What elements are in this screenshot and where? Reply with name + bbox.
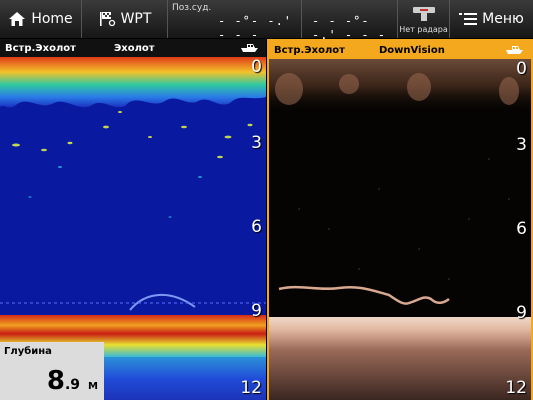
depth-unit: М — [88, 381, 98, 392]
downvision-source-label: Встр.Эхолот — [274, 44, 345, 56]
sonar-panel-header: Встр.Эхолот Эхолот — [0, 39, 266, 57]
position-label: Поз.суд. — [172, 3, 212, 13]
downvision-mode-label: DownVision — [378, 44, 445, 56]
latitude-value: - -°- -.' - - - — [218, 14, 293, 42]
home-label: Home — [31, 11, 73, 27]
radar-icon — [412, 6, 435, 21]
menu-label: Меню — [482, 11, 524, 27]
depth-label-0: 0 — [251, 57, 262, 77]
waypoint-button[interactable]: WPT — [82, 0, 168, 38]
dv-depth-label-0: 0 — [516, 59, 527, 79]
depth-readout[interactable]: Глубина 8.9 М — [0, 342, 104, 400]
sonar-mode-label: Эхолот — [113, 42, 155, 54]
home-button[interactable]: Home — [0, 0, 82, 38]
radar-status-label: Нет радара — [399, 24, 448, 34]
depth-value: 8.9 — [47, 366, 80, 396]
waypoint-flag-icon — [99, 12, 115, 27]
depth-label-9: 9 — [251, 301, 262, 321]
downvision-panel[interactable]: Встр.Эхолот DownVision 0 3 6 9 12 — [267, 39, 533, 400]
sonar-panel[interactable]: Встр.Эхолот Эхолот 0 3 6 9 12 Глубина 8.… — [0, 39, 266, 400]
dv-depth-label-6: 6 — [516, 219, 527, 239]
radar-status-button[interactable]: Нет радара — [398, 0, 450, 38]
depth-decimal: .9 — [64, 377, 80, 393]
boat-icon — [241, 44, 258, 52]
home-icon — [9, 12, 26, 26]
depth-label-12: 12 — [240, 378, 262, 398]
depth-integer: 8 — [46, 366, 65, 396]
dv-depth-label-9: 9 — [516, 303, 527, 323]
dv-depth-label-12: 12 — [505, 378, 527, 398]
boat-icon — [506, 46, 523, 54]
dv-depth-label-3: 3 — [516, 135, 527, 155]
longitude-value: - - -°- -.' - - - — [312, 14, 387, 42]
downvision-image — [269, 59, 531, 400]
sonar-source-label: Встр.Эхолот — [5, 42, 76, 54]
menu-list-icon — [459, 13, 478, 25]
depth-title: Глубина — [4, 346, 52, 357]
vessel-position-longitude[interactable]: - - -°- -.' - - - — [302, 0, 398, 42]
menu-button[interactable]: Меню — [450, 0, 533, 38]
vessel-position-latitude[interactable]: Поз.суд. - -°- -.' - - - — [168, 0, 302, 42]
top-bar: Home WPT Поз.суд. - -°- -.' - - - - - -°… — [0, 0, 533, 42]
wpt-label: WPT — [120, 11, 152, 27]
depth-label-3: 3 — [251, 133, 262, 153]
downvision-panel-header: Встр.Эхолот DownVision — [269, 41, 531, 59]
depth-label-6: 6 — [251, 217, 262, 237]
